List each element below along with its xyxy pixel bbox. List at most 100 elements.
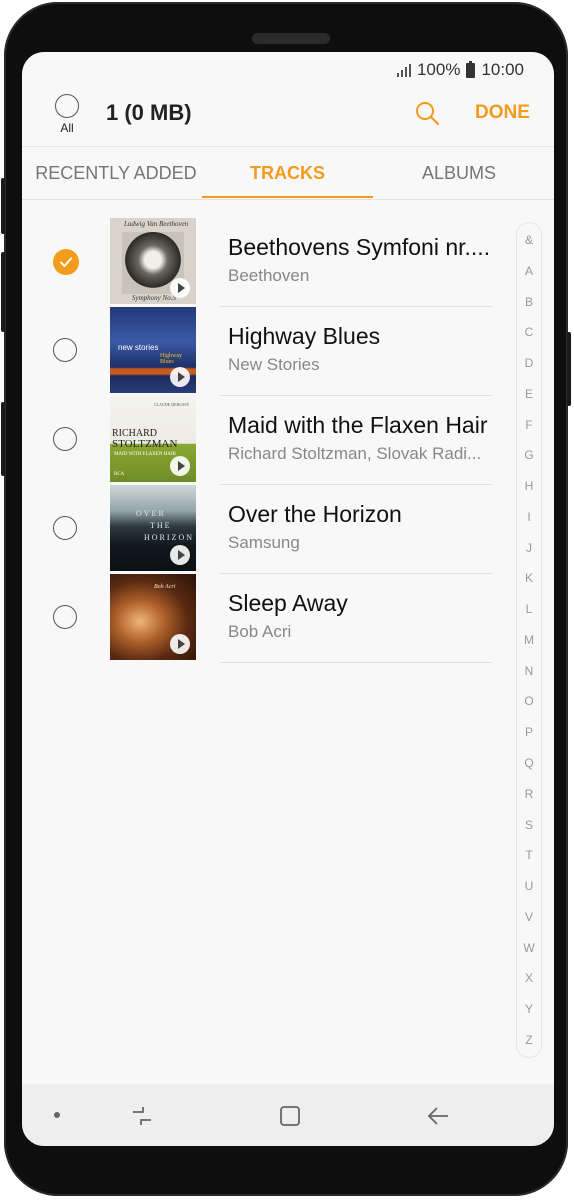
index-letter[interactable]: Y xyxy=(525,1002,533,1016)
search-button[interactable] xyxy=(414,100,444,130)
tab-tracks[interactable]: TRACKS xyxy=(202,147,373,199)
index-letter[interactable]: N xyxy=(525,664,534,678)
select-all-circle[interactable] xyxy=(55,94,79,118)
track-checkbox-checked[interactable] xyxy=(53,249,79,275)
select-all-label: All xyxy=(60,121,74,135)
track-title: Highway Blues xyxy=(228,323,381,349)
play-icon[interactable] xyxy=(170,278,190,298)
track-artist: Samsung xyxy=(228,533,300,552)
album-art-text: Ludwig Van Beethoven xyxy=(124,220,189,228)
tab-albums[interactable]: ALBUMS xyxy=(376,147,542,199)
album-art-text: Highway Blues xyxy=(160,353,182,365)
album-art: CLAUDE DEBUSSY RICHARD STOLTZMAN MAID WI… xyxy=(110,396,196,482)
track-row[interactable]: CLAUDE DEBUSSY RICHARD STOLTZMAN MAID WI… xyxy=(22,396,512,485)
battery-percentage: 100% xyxy=(416,60,461,79)
recent-apps-button[interactable] xyxy=(130,1104,154,1133)
track-row[interactable]: new stories Highway Blues Highway Blues … xyxy=(22,307,512,396)
index-letter[interactable]: & xyxy=(525,233,533,247)
index-letter[interactable]: Z xyxy=(525,1033,532,1047)
track-row[interactable]: Bob Acri Sleep Away Bob Acri xyxy=(22,574,512,663)
clock: 10:00 xyxy=(481,60,524,79)
phone-frame: 100% 10:00 All 1 (0 MB) DONE RECENTLY AD… xyxy=(1,2,571,1196)
selection-count: 1 (0 MB) xyxy=(106,100,192,125)
index-letter[interactable]: W xyxy=(523,941,534,955)
album-art-text: Bob Acri xyxy=(154,584,176,590)
index-letter[interactable]: V xyxy=(525,910,533,924)
select-all-checkbox[interactable]: All xyxy=(52,94,82,135)
index-letter[interactable]: S xyxy=(525,818,533,832)
track-artist: Beethoven xyxy=(228,266,310,285)
track-checkbox[interactable] xyxy=(53,338,77,362)
track-artist: Richard Stoltzman, Slovak Radi... xyxy=(228,444,482,463)
index-letter[interactable]: M xyxy=(524,633,534,647)
status-bar: 100% 10:00 xyxy=(396,58,524,82)
index-letter[interactable]: F xyxy=(525,418,532,432)
album-art: new stories Highway Blues xyxy=(110,307,196,393)
index-letter[interactable]: G xyxy=(524,448,533,462)
index-letter[interactable]: R xyxy=(525,787,534,801)
index-letter[interactable]: H xyxy=(525,479,534,493)
selection-header: All 1 (0 MB) DONE xyxy=(22,90,554,146)
navigation-bar xyxy=(22,1084,554,1146)
home-icon xyxy=(280,1106,300,1126)
active-tab-indicator xyxy=(202,196,373,198)
track-checkbox[interactable] xyxy=(53,427,77,451)
index-letter[interactable]: O xyxy=(524,694,533,708)
index-letter[interactable]: K xyxy=(525,571,533,585)
index-letter[interactable]: B xyxy=(525,295,533,309)
back-icon xyxy=(427,1107,448,1125)
album-art-text: OVER xyxy=(136,509,166,518)
screen: 100% 10:00 All 1 (0 MB) DONE RECENTLY AD… xyxy=(22,52,554,1146)
album-art: OVER THE HORIZON xyxy=(110,485,196,571)
track-artist: Bob Acri xyxy=(228,622,292,641)
done-button[interactable]: DONE xyxy=(475,102,530,124)
play-icon[interactable] xyxy=(170,545,190,565)
home-button[interactable] xyxy=(278,1104,302,1133)
index-letter[interactable]: X xyxy=(525,971,533,985)
track-checkbox[interactable] xyxy=(53,516,77,540)
battery-icon xyxy=(466,60,476,78)
index-letter[interactable]: Q xyxy=(524,756,533,770)
play-icon[interactable] xyxy=(170,367,190,387)
album-art-text: RCA xyxy=(114,472,125,477)
index-letter[interactable]: D xyxy=(525,356,534,370)
album-art: Bob Acri xyxy=(110,574,196,660)
index-letter[interactable]: U xyxy=(525,879,534,893)
signal-icon xyxy=(396,63,411,77)
recent-apps-icon xyxy=(133,1107,151,1125)
track-row[interactable]: OVER THE HORIZON Over the Horizon Samsun… xyxy=(22,485,512,574)
album-art-text: STOLTZMAN xyxy=(112,438,178,450)
back-button[interactable] xyxy=(426,1104,452,1133)
index-letter[interactable]: L xyxy=(526,602,533,616)
index-letter[interactable]: I xyxy=(527,510,530,524)
album-art-text: new stories xyxy=(118,343,159,352)
index-letter[interactable]: P xyxy=(525,725,533,739)
nav-dot-indicator xyxy=(54,1112,60,1118)
track-artist: New Stories xyxy=(228,355,320,374)
index-letter[interactable]: E xyxy=(525,387,533,401)
album-art-text: CLAUDE DEBUSSY xyxy=(154,402,190,407)
bixby-button xyxy=(1,178,5,234)
play-icon[interactable] xyxy=(170,634,190,654)
side-button xyxy=(1,402,5,476)
track-title: Beethovens Symfoni nr.... xyxy=(228,234,491,260)
power-button xyxy=(567,332,571,406)
volume-button xyxy=(1,252,5,332)
play-icon[interactable] xyxy=(170,456,190,476)
index-letter[interactable]: T xyxy=(525,848,532,862)
track-title: Maid with the Flaxen Hair xyxy=(228,412,488,438)
tab-recently-added[interactable]: RECENTLY ADDED xyxy=(34,147,198,199)
alphabet-index-scroller[interactable]: & A B C D E F G H I J K L M N O P Q R S T U V W X Y Z xyxy=(516,222,542,1058)
track-title: Sleep Away xyxy=(228,590,348,616)
track-checkbox[interactable] xyxy=(53,605,77,629)
album-art-text: MAID WITH FLAXEN HAIR xyxy=(114,452,176,457)
index-letter[interactable]: J xyxy=(526,541,532,555)
album-art: Ludwig Van Beethoven Symphony No.5 xyxy=(110,218,196,304)
track-title: Over the Horizon xyxy=(228,501,402,527)
index-letter[interactable]: C xyxy=(525,325,534,339)
index-letter[interactable]: A xyxy=(525,264,533,278)
album-art-text: HORIZON xyxy=(144,533,194,542)
check-icon xyxy=(60,257,72,267)
track-row[interactable]: Ludwig Van Beethoven Symphony No.5 Beeth… xyxy=(22,218,512,307)
album-art-text: Symphony No.5 xyxy=(132,294,176,302)
